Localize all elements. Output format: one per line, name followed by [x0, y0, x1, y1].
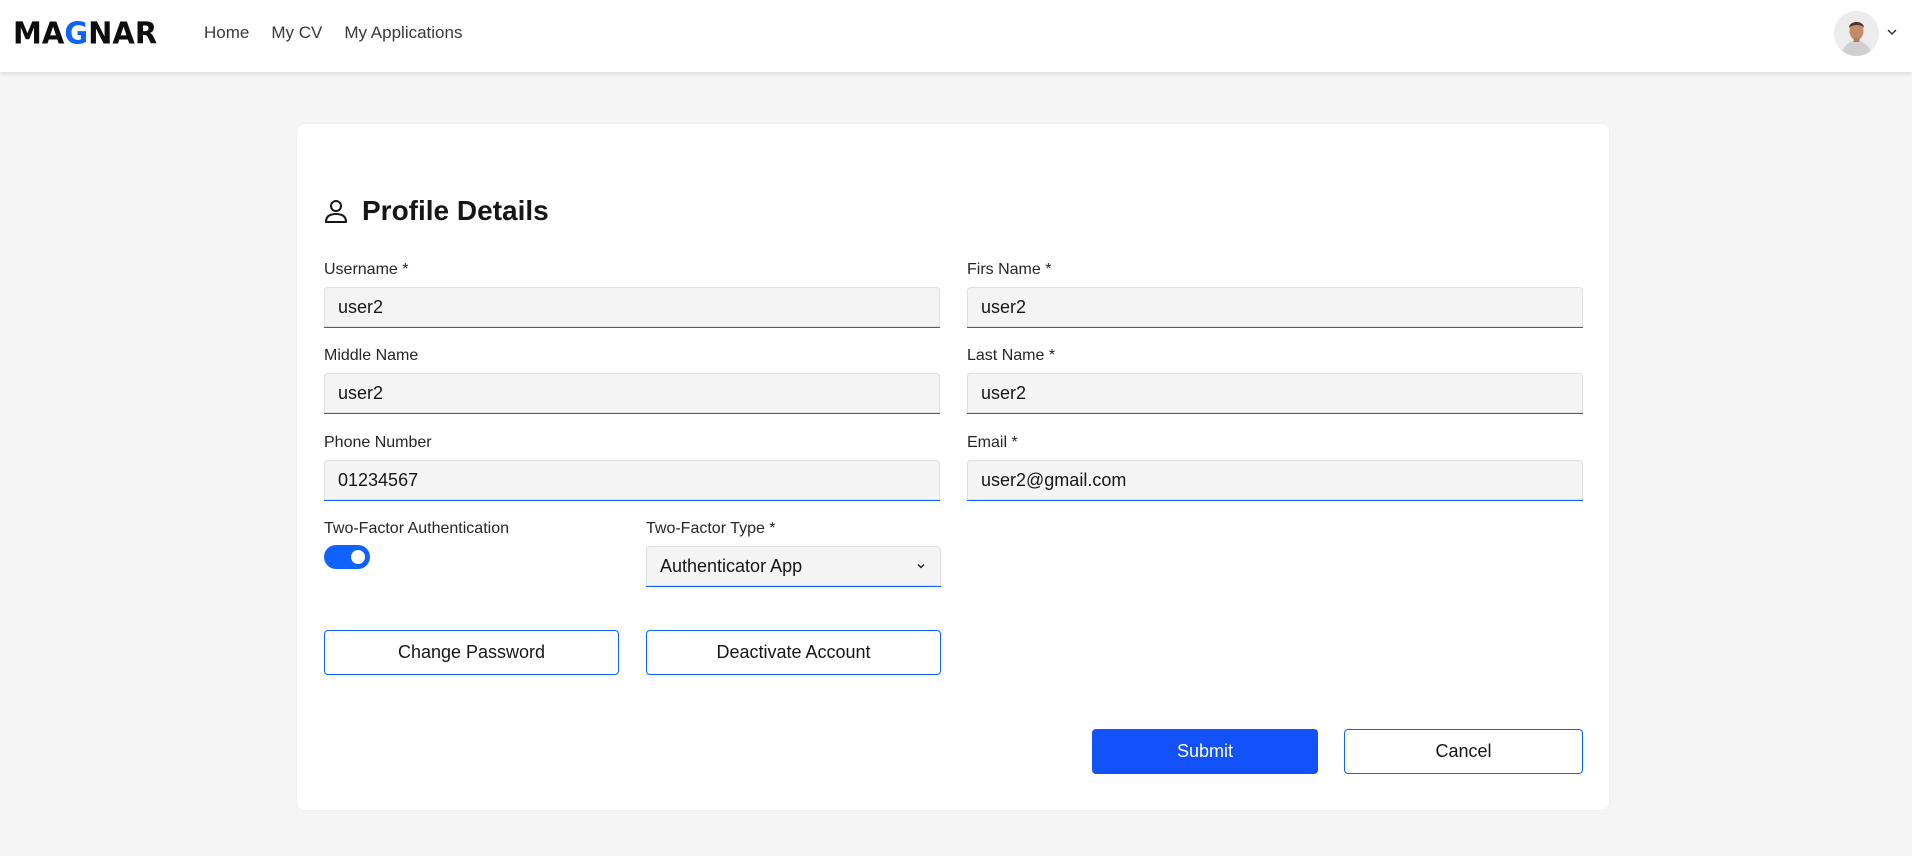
brand-logo[interactable]: MAGNAR	[13, 14, 157, 52]
email-input[interactable]: user2@gmail.com	[967, 460, 1583, 501]
nav-home-link[interactable]: Home	[204, 23, 249, 43]
middle-name-input[interactable]: user2	[324, 373, 940, 414]
username-label: Username *	[324, 261, 409, 278]
phone-field-group: Phone Number 01234567	[324, 434, 940, 501]
two-factor-type-field-group: Two-Factor Type * Authenticator App	[646, 520, 941, 587]
submit-button[interactable]: Submit	[1092, 729, 1318, 774]
last-name-input[interactable]: user2	[967, 373, 1583, 414]
username-input[interactable]: user2	[324, 287, 940, 328]
phone-input[interactable]: 01234567	[324, 460, 940, 501]
profile-title-row: Profile Details	[324, 195, 549, 227]
logo-text-end: NAR	[88, 15, 158, 51]
logo-text-accent: G	[64, 15, 89, 51]
page-title: Profile Details	[362, 195, 549, 226]
toggle-knob	[351, 550, 365, 564]
phone-label: Phone Number	[324, 434, 432, 451]
middle-name-label: Middle Name	[324, 347, 419, 364]
two-factor-type-value: Authenticator App	[660, 555, 803, 576]
two-factor-label: Two-Factor Authentication	[324, 520, 509, 537]
two-factor-type-label: Two-Factor Type *	[646, 520, 776, 537]
two-factor-toggle[interactable]	[324, 545, 370, 569]
avatar-portrait-icon	[1834, 11, 1879, 56]
nav-my-applications-link[interactable]: My Applications	[344, 23, 462, 43]
chevron-down-icon[interactable]	[1886, 26, 1898, 38]
chevron-down-icon	[917, 564, 925, 569]
username-field-group: Username * user2	[324, 261, 940, 328]
change-password-button[interactable]: Change Password	[324, 630, 619, 675]
first-name-field-group: Firs Name * user2	[967, 261, 1583, 328]
middle-name-field-group: Middle Name user2	[324, 347, 940, 414]
email-label: Email *	[967, 434, 1018, 451]
logo-text-start: MA	[13, 15, 65, 51]
first-name-input[interactable]: user2	[967, 287, 1583, 328]
two-factor-type-select[interactable]: Authenticator App	[646, 546, 941, 587]
user-icon	[325, 200, 347, 223]
two-factor-field-group: Two-Factor Authentication	[324, 520, 624, 546]
email-field-group: Email * user2@gmail.com	[967, 434, 1583, 501]
last-name-label: Last Name *	[967, 347, 1056, 364]
last-name-field-group: Last Name * user2	[967, 347, 1583, 414]
cancel-button[interactable]: Cancel	[1344, 729, 1583, 774]
top-navigation-bar: MAGNAR Home My CV My Applications	[0, 0, 1912, 72]
main-nav: Home My CV My Applications	[204, 0, 462, 66]
profile-card: Profile Details Username * user2 Firs Na…	[297, 124, 1609, 810]
nav-my-cv-link[interactable]: My CV	[271, 23, 322, 43]
user-avatar[interactable]	[1834, 11, 1879, 56]
first-name-label: Firs Name *	[967, 261, 1052, 278]
deactivate-account-button[interactable]: Deactivate Account	[646, 630, 941, 675]
